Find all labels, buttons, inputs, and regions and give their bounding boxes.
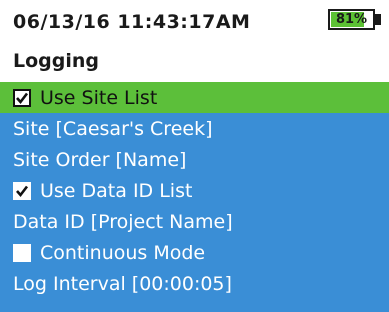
battery-icon: 81% [328,9,375,30]
device-screen: 06/13/16 11:43:17AM 81% Logging Use Site… [0,0,389,312]
menu-item-label: Log Interval [00:00:05] [13,272,232,295]
use-data-id-list-checkbox[interactable] [13,181,31,200]
battery-terminal [375,14,381,25]
status-bar: 06/13/16 11:43:17AM 81% [0,0,389,40]
continuous-mode-checkbox[interactable] [13,243,31,262]
menu-item-label: Data ID [Project Name] [13,210,233,233]
date-time: 06/13/16 11:43:17AM [13,11,251,33]
menu-item-log-interval[interactable]: Log Interval [00:00:05] [0,268,389,299]
menu-item-label: Continuous Mode [40,241,206,264]
menu-item-data-id[interactable]: Data ID [Project Name] [0,206,389,237]
menu-item-label: Site [Caesar's Creek] [13,117,213,140]
menu-item-label: Site Order [Name] [13,148,187,171]
menu-item-continuous-mode[interactable]: Continuous Mode [0,237,389,268]
menu-item-label: Use Site List [40,86,158,109]
logging-menu: Use Site List Site [Caesar's Creek] Site… [0,82,389,312]
battery-percent: 81% [335,12,368,27]
page-title: Logging [13,50,100,72]
checkmark-icon [16,92,29,104]
menu-item-site[interactable]: Site [Caesar's Creek] [0,113,389,144]
menu-item-use-data-id-list[interactable]: Use Data ID List [0,175,389,206]
use-site-list-checkbox[interactable] [13,88,31,107]
menu-item-label: Use Data ID List [40,179,193,202]
checkmark-icon [16,185,29,197]
menu-item-site-order[interactable]: Site Order [Name] [0,144,389,175]
menu-item-use-site-list[interactable]: Use Site List [0,82,389,113]
